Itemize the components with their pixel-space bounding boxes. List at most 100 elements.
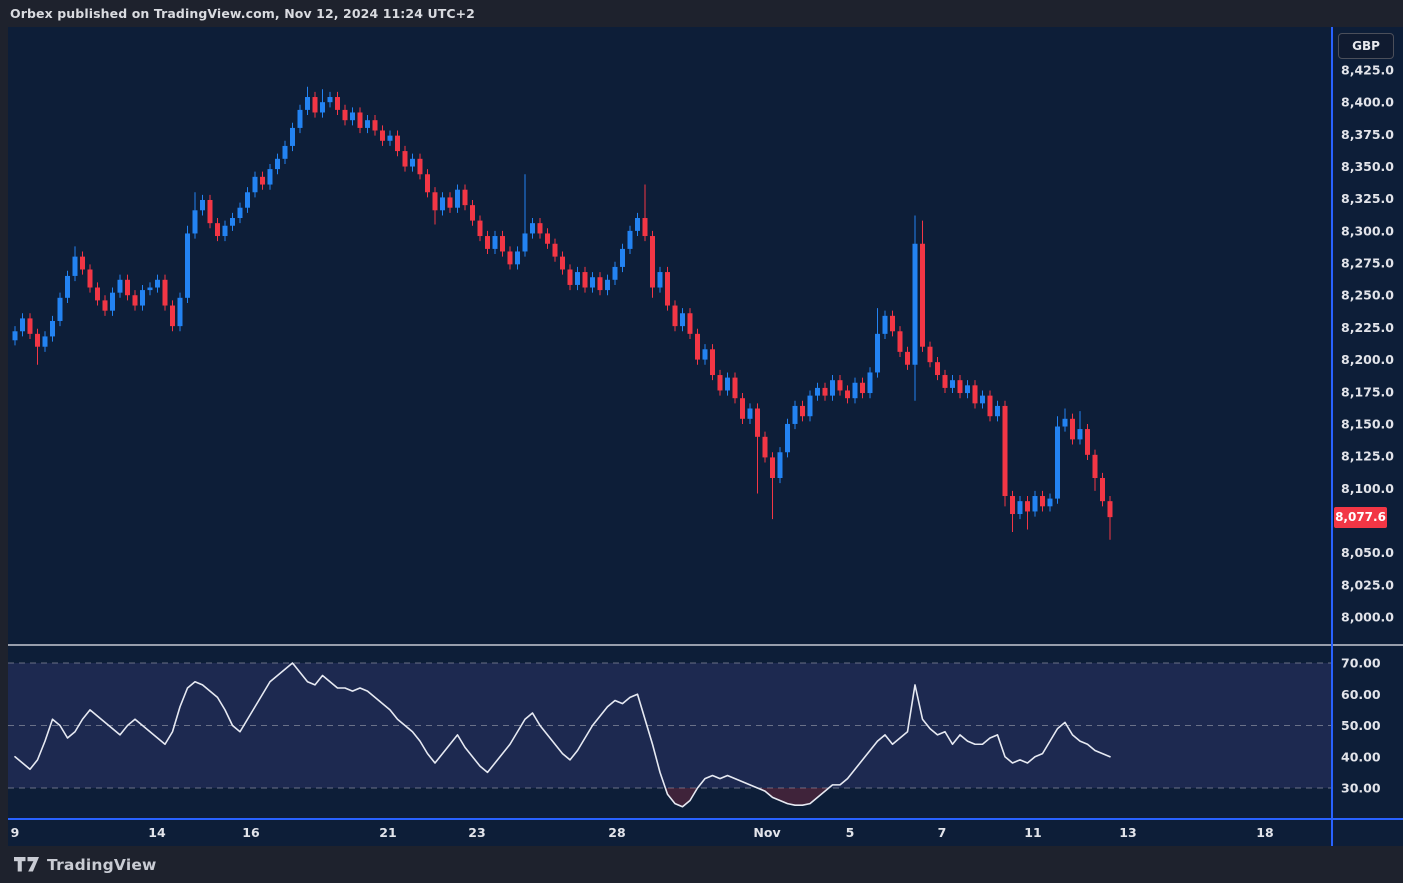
candle-body bbox=[508, 251, 513, 264]
candle-body bbox=[898, 331, 903, 352]
price-axis-label: 8,125.0 bbox=[1341, 449, 1394, 464]
candle-body bbox=[88, 269, 93, 287]
candle-body bbox=[283, 146, 288, 159]
candle-body bbox=[928, 347, 933, 362]
candle-body bbox=[913, 244, 918, 365]
candle-body bbox=[185, 233, 190, 297]
candle-body bbox=[208, 200, 213, 223]
candle-body bbox=[178, 298, 183, 326]
candle-body bbox=[950, 380, 955, 388]
price-axis-label: 8,275.0 bbox=[1341, 256, 1394, 271]
candle-body bbox=[815, 388, 820, 396]
candle-body bbox=[485, 236, 490, 249]
candle-body bbox=[793, 406, 798, 424]
time-axis-label: Nov bbox=[753, 825, 780, 840]
candle-body bbox=[748, 408, 753, 418]
candle-body bbox=[943, 375, 948, 388]
candle-body bbox=[583, 272, 588, 287]
candle-body bbox=[1063, 419, 1068, 427]
candle-body bbox=[245, 192, 250, 207]
candle-body bbox=[605, 280, 610, 290]
candle-body bbox=[500, 236, 505, 251]
candle-body bbox=[718, 375, 723, 390]
price-axis-label: 8,100.0 bbox=[1341, 481, 1394, 496]
candle-body bbox=[1078, 429, 1083, 439]
candle-body bbox=[1048, 499, 1053, 507]
candle-body bbox=[643, 218, 648, 236]
candle-body bbox=[1100, 478, 1105, 501]
candle-body bbox=[695, 334, 700, 360]
candle-body bbox=[193, 210, 198, 233]
price-axis-label: 8,025.0 bbox=[1341, 577, 1394, 592]
candle-body bbox=[860, 383, 865, 393]
candle-body bbox=[1055, 427, 1060, 499]
candle-body bbox=[275, 159, 280, 169]
candle-body bbox=[110, 293, 115, 311]
candle-body bbox=[1025, 501, 1030, 511]
candle-body bbox=[725, 378, 730, 391]
candle-body bbox=[530, 223, 535, 233]
candle-body bbox=[1003, 406, 1008, 496]
candle-body bbox=[403, 151, 408, 166]
candle-body bbox=[35, 334, 40, 347]
price-axis-label: 8,425.0 bbox=[1341, 63, 1394, 78]
candle-body bbox=[770, 457, 775, 478]
footer-bar: TradingView bbox=[0, 846, 1403, 883]
candle-body bbox=[568, 269, 573, 284]
last-price-value: 8,077.6 bbox=[1335, 510, 1386, 524]
candle-body bbox=[125, 280, 130, 295]
candle-body bbox=[590, 277, 595, 287]
candle-body bbox=[740, 398, 745, 419]
candle-body bbox=[560, 257, 565, 270]
chart-canvas[interactable]: 8,425.08,400.08,375.08,350.08,325.08,300… bbox=[8, 27, 1403, 846]
candle-body bbox=[538, 223, 543, 233]
candle-body bbox=[973, 385, 978, 403]
candle-body bbox=[523, 233, 528, 251]
candle-body bbox=[313, 97, 318, 112]
candle-body bbox=[875, 334, 880, 373]
candle-body bbox=[1040, 496, 1045, 506]
candle-body bbox=[433, 192, 438, 210]
time-axis-label: 5 bbox=[846, 825, 855, 840]
candle-body bbox=[290, 128, 295, 146]
candle-body bbox=[845, 390, 850, 398]
price-axis-label: 8,175.0 bbox=[1341, 384, 1394, 399]
candle-body bbox=[425, 174, 430, 192]
candle-body bbox=[763, 437, 768, 458]
rsi-axis-label: 30.00 bbox=[1341, 781, 1381, 796]
currency-badge-label: GBP bbox=[1352, 39, 1380, 53]
candle-body bbox=[13, 331, 18, 340]
candle-body bbox=[920, 244, 925, 347]
published-chart-page: Orbex published on TradingView.com, Nov … bbox=[0, 0, 1403, 883]
candle-body bbox=[965, 385, 970, 393]
candle-body bbox=[140, 290, 145, 305]
candle-body bbox=[365, 120, 370, 128]
price-axis-label: 8,225.0 bbox=[1341, 320, 1394, 335]
candle-body bbox=[253, 177, 258, 192]
price-axis-label: 8,300.0 bbox=[1341, 223, 1394, 238]
candle-body bbox=[733, 378, 738, 399]
rsi-axis-label: 40.00 bbox=[1341, 749, 1381, 764]
candle-body bbox=[170, 306, 175, 327]
candle-body bbox=[440, 197, 445, 210]
candle-body bbox=[478, 221, 483, 236]
candle-body bbox=[155, 280, 160, 288]
candle-body bbox=[223, 226, 228, 236]
tradingview-brand-text[interactable]: TradingView bbox=[47, 856, 157, 874]
publish-attribution: Orbex published on TradingView.com, Nov … bbox=[0, 0, 1403, 27]
candle-body bbox=[1108, 501, 1113, 517]
rsi-axis-label: 60.00 bbox=[1341, 687, 1381, 702]
candle-body bbox=[680, 313, 685, 326]
time-axis-label: 21 bbox=[379, 825, 396, 840]
candle-body bbox=[470, 205, 475, 220]
candle-body bbox=[778, 452, 783, 478]
tradingview-logo-icon[interactable] bbox=[14, 857, 39, 873]
candle-body bbox=[395, 136, 400, 151]
currency-badge[interactable]: GBP bbox=[1338, 33, 1394, 59]
candle-body bbox=[808, 396, 813, 417]
time-axis-label: 13 bbox=[1119, 825, 1136, 840]
candle-body bbox=[1085, 429, 1090, 455]
candle-body bbox=[320, 102, 325, 112]
candle-body bbox=[755, 408, 760, 436]
candle-body bbox=[200, 200, 205, 210]
